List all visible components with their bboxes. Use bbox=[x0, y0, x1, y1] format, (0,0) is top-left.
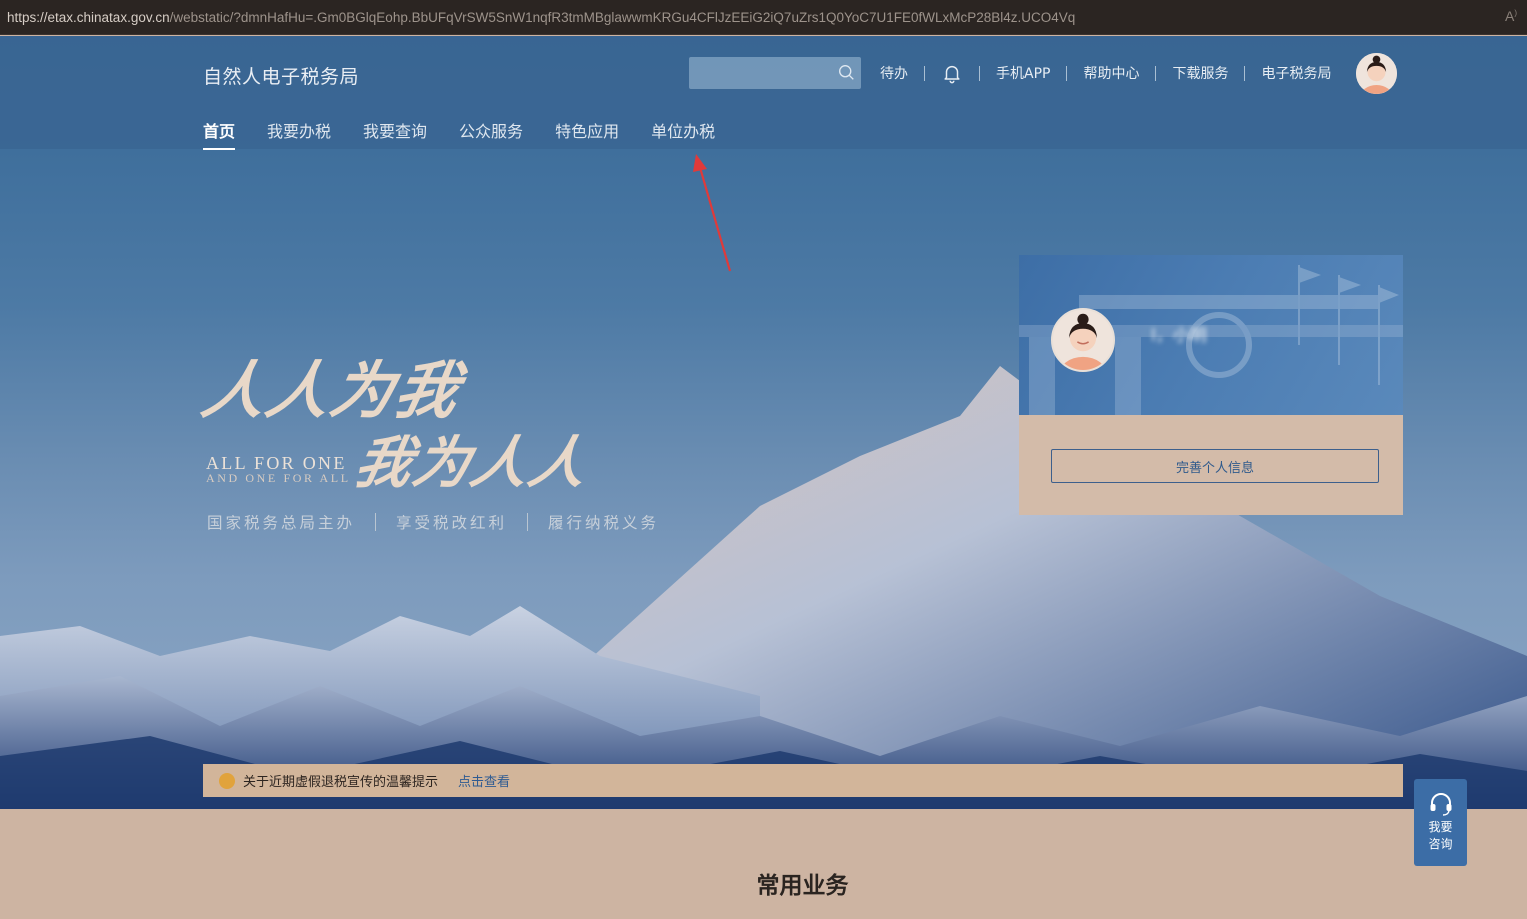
slogan-en-line2: AND ONE FOR ALL bbox=[206, 471, 351, 485]
slogan-cn-line2: 我为人人 bbox=[349, 430, 596, 496]
section-title: 常用业务 bbox=[756, 873, 849, 899]
divider bbox=[527, 513, 529, 531]
address-url[interactable]: https://etax.chinatax.gov.cn/webstatic/?… bbox=[7, 10, 1447, 25]
top-links: 待办 手机APP 帮助中心 下载服务 电子税务局 bbox=[880, 62, 1331, 84]
user-name: l，小明 bbox=[1151, 326, 1207, 346]
notice-view-link[interactable]: 点击查看 bbox=[458, 771, 510, 790]
headset-icon bbox=[1430, 793, 1451, 816]
read-aloud-icon[interactable]: A) bbox=[1505, 8, 1517, 24]
url-host: https://etax.chinatax.gov.cn bbox=[7, 9, 170, 25]
nav-public-service[interactable]: 公众服务 bbox=[459, 118, 523, 150]
nav-home[interactable]: 首页 bbox=[203, 118, 236, 150]
divider bbox=[1066, 65, 1068, 81]
nav-query[interactable]: 我要查询 bbox=[363, 118, 427, 150]
user-card: l，小明 完善个人信息 bbox=[1019, 255, 1403, 515]
nav-handle-tax[interactable]: 我要办税 bbox=[267, 118, 331, 150]
annotation-arrow bbox=[693, 154, 732, 272]
nav-featured-apps[interactable]: 特色应用 bbox=[555, 118, 619, 150]
smile-icon bbox=[219, 772, 235, 789]
site-header: 自然人电子税务局 待办 手机APP 帮助中心 下载服务 电子税务局 首页 我要办… bbox=[0, 36, 1527, 150]
consult-button[interactable]: 我要咨询 bbox=[1414, 779, 1467, 866]
slogan-cn-line1: 人人为我 bbox=[196, 354, 468, 427]
nav-company-tax[interactable]: 单位办税 bbox=[651, 118, 715, 150]
user-avatar[interactable] bbox=[1051, 308, 1115, 372]
consult-label: 我要咨询 bbox=[1428, 820, 1453, 851]
search-input[interactable] bbox=[689, 57, 861, 89]
mobile-app-link[interactable]: 手机APP bbox=[996, 63, 1050, 83]
divider bbox=[1155, 65, 1157, 81]
avatar-icon bbox=[1356, 53, 1397, 94]
bell-icon[interactable] bbox=[941, 62, 963, 84]
url-path: /webstatic/?dmnHafHu=.Gm0BGlqEohp.BbUFqV… bbox=[169, 9, 1076, 25]
divider bbox=[1244, 65, 1246, 81]
search-icon[interactable] bbox=[838, 64, 855, 81]
site-title[interactable]: 自然人电子税务局 bbox=[203, 62, 359, 89]
notice-bar: 关于近期虚假退税宣传的温馨提示 点击查看 bbox=[203, 764, 1403, 797]
main-nav: 首页 我要办税 我要查询 公众服务 特色应用 单位办税 bbox=[203, 118, 747, 150]
tagline-item: 国家税务总局主办 bbox=[207, 514, 356, 532]
divider bbox=[375, 513, 377, 531]
notice-text[interactable]: 关于近期虚假退税宣传的温馨提示 bbox=[243, 771, 438, 790]
browser-address-bar[interactable]: https://etax.chinatax.gov.cn/webstatic/?… bbox=[0, 0, 1527, 35]
todo-link[interactable]: 待办 bbox=[880, 63, 908, 83]
help-center-link[interactable]: 帮助中心 bbox=[1083, 63, 1139, 83]
complete-profile-button[interactable]: 完善个人信息 bbox=[1051, 449, 1379, 483]
user-card-banner: l，小明 bbox=[1019, 255, 1403, 415]
tagline-item: 享受税改红利 bbox=[396, 514, 508, 532]
user-avatar-top[interactable] bbox=[1356, 53, 1397, 94]
download-service-link[interactable]: 下载服务 bbox=[1172, 63, 1228, 83]
divider bbox=[979, 65, 980, 81]
etax-bureau-link[interactable]: 电子税务局 bbox=[1261, 63, 1331, 83]
avatar-icon bbox=[1053, 310, 1113, 370]
slogan: 人人为我 ALL FOR ONE AND ONE FOR ALL 我为人人 bbox=[196, 340, 655, 500]
tagline-item: 履行纳税义务 bbox=[548, 514, 660, 532]
divider bbox=[924, 65, 925, 81]
tagline: 国家税务总局主办 享受税改红利 履行纳税义务 bbox=[207, 511, 659, 533]
